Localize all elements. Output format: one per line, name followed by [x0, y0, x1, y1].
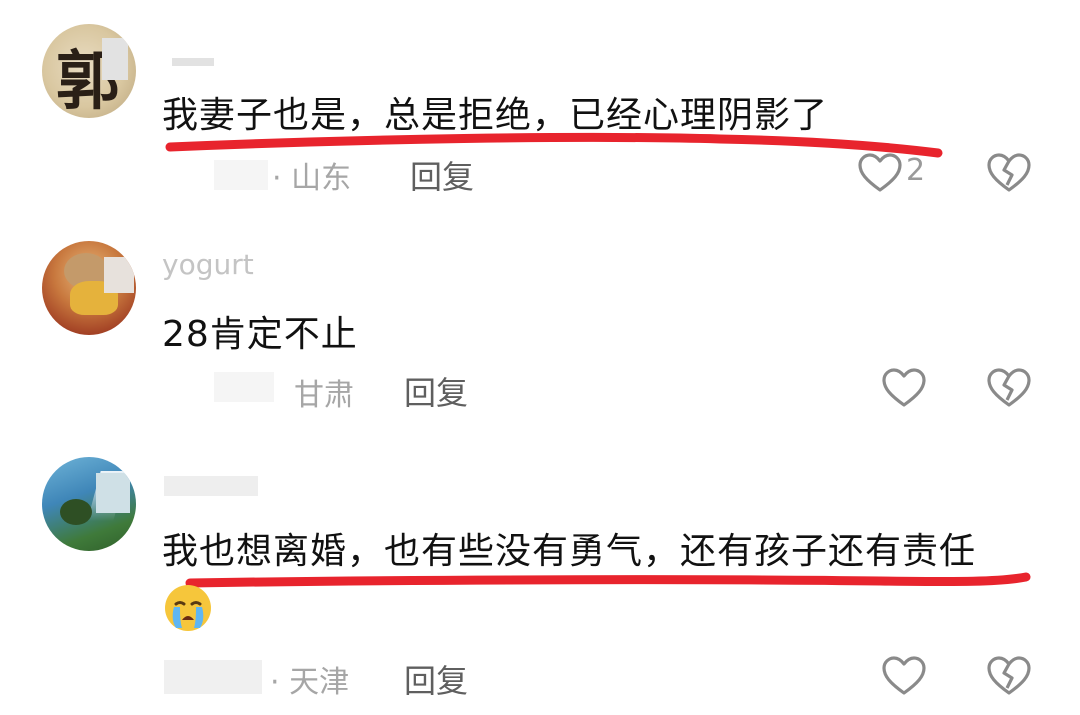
- avatar[interactable]: 郭: [42, 24, 136, 118]
- heart-icon[interactable]: [880, 364, 928, 412]
- reply-button[interactable]: 回复: [404, 656, 468, 702]
- dislike-broken-heart-icon[interactable]: [985, 652, 1033, 700]
- highlight-underline: [185, 572, 1031, 588]
- comment-location: · 天津: [270, 665, 350, 700]
- reply-button[interactable]: 回复: [404, 368, 468, 414]
- timestamp-redaction: [214, 372, 274, 402]
- highlight-underline: [165, 132, 943, 158]
- username-redaction: [164, 476, 258, 496]
- heart-icon[interactable]: [880, 652, 928, 700]
- timestamp-redaction: [164, 660, 262, 694]
- avatar-mosaic: [104, 257, 134, 293]
- avatar-tree: [60, 499, 92, 525]
- crying-face-emoji: [165, 585, 211, 631]
- avatar[interactable]: [42, 241, 136, 335]
- avatar-mosaic: [96, 473, 130, 513]
- avatar-mosaic: [102, 38, 128, 80]
- dislike-broken-heart-icon[interactable]: [985, 149, 1033, 197]
- username[interactable]: yogurt: [162, 248, 254, 281]
- avatar[interactable]: [42, 457, 136, 551]
- username-redaction: [172, 58, 214, 66]
- dislike-broken-heart-icon[interactable]: [985, 364, 1033, 412]
- comment-location: 甘肃: [294, 378, 354, 413]
- comment-text: 28肯定不止: [162, 314, 358, 355]
